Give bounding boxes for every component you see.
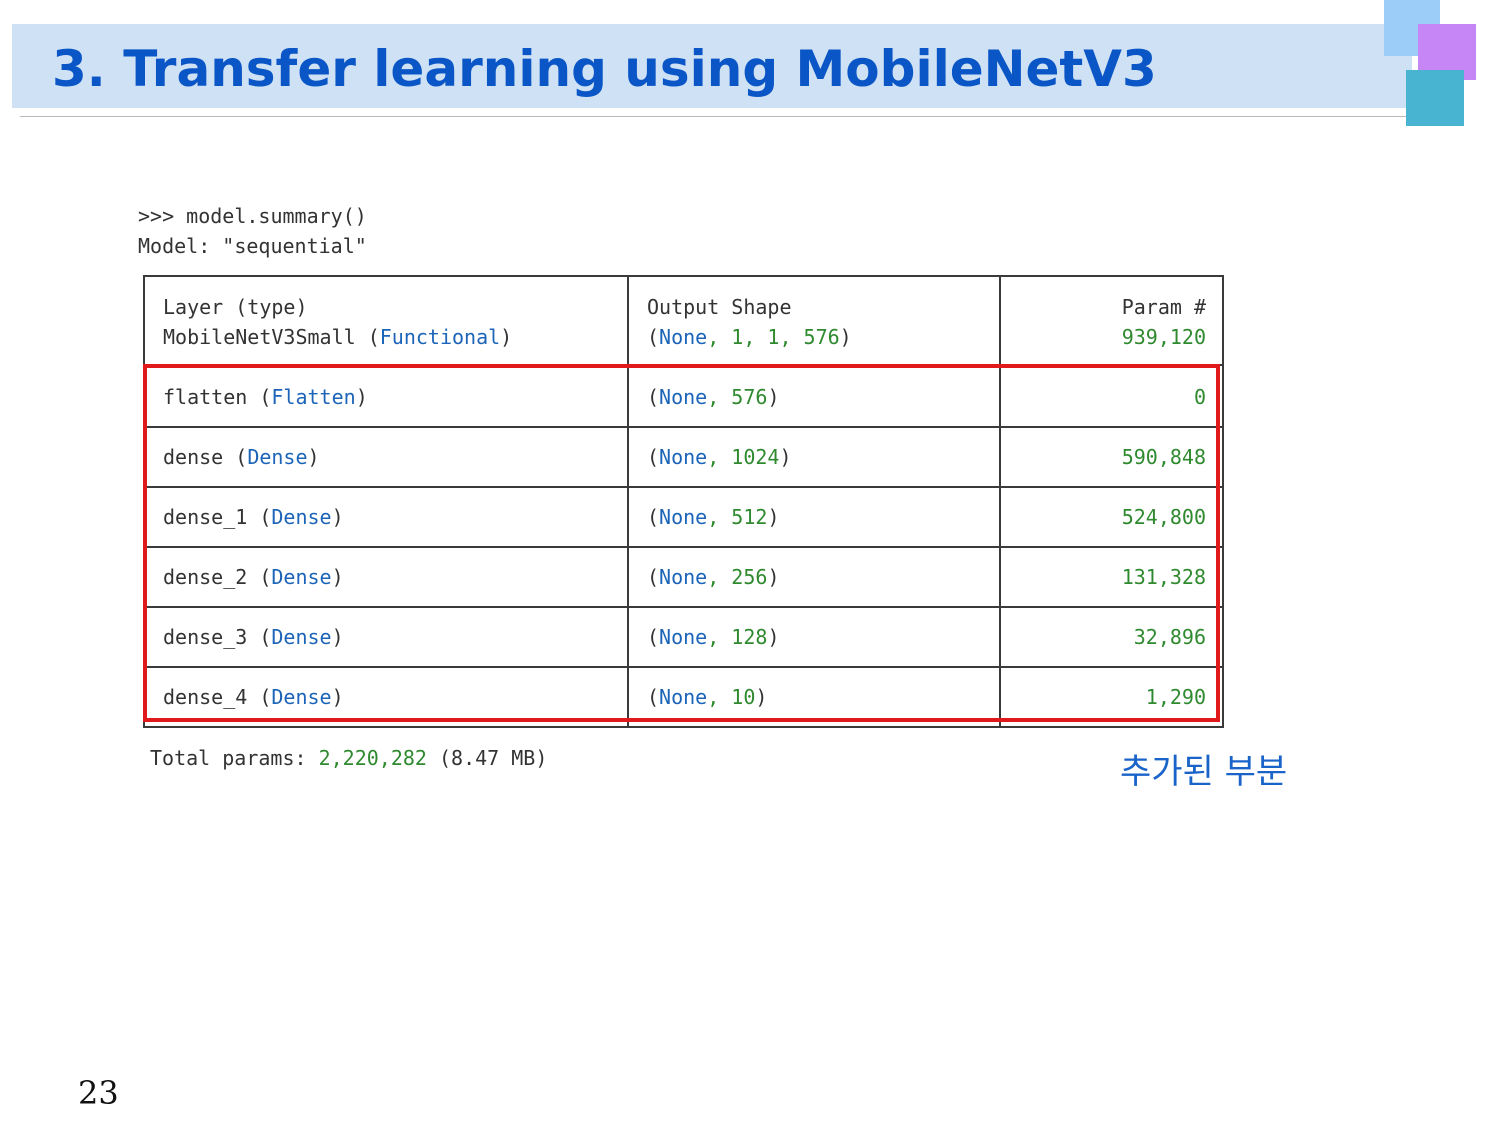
page-number: 23 [78, 1074, 119, 1112]
decor-square-teal [1406, 70, 1464, 126]
code-model-line: Model: "sequential" [138, 234, 367, 258]
header-output-shape: Output Shape [647, 295, 792, 319]
table-row-output-shape: (None, 1, 1, 576) [647, 325, 852, 349]
total-params-line: Total params: 2,220,282 (8.47 MB) [150, 746, 548, 770]
code-prompt-line: >>> model.summary() [138, 204, 367, 228]
header-param-count: Param # [1121, 295, 1206, 319]
table-row-params: 939,120 [1121, 325, 1206, 349]
table-row-layer: MobileNetV3Small (Functional) [163, 325, 513, 349]
added-part-annotation: 추가된 부분 [1120, 752, 1288, 792]
slide-title: 3. Transfer learning using MobileNetV3 [52, 40, 1157, 98]
added-layers-highlight [143, 364, 1220, 722]
title-underline [20, 116, 1412, 117]
header-layer-type: Layer (type) [163, 295, 308, 319]
